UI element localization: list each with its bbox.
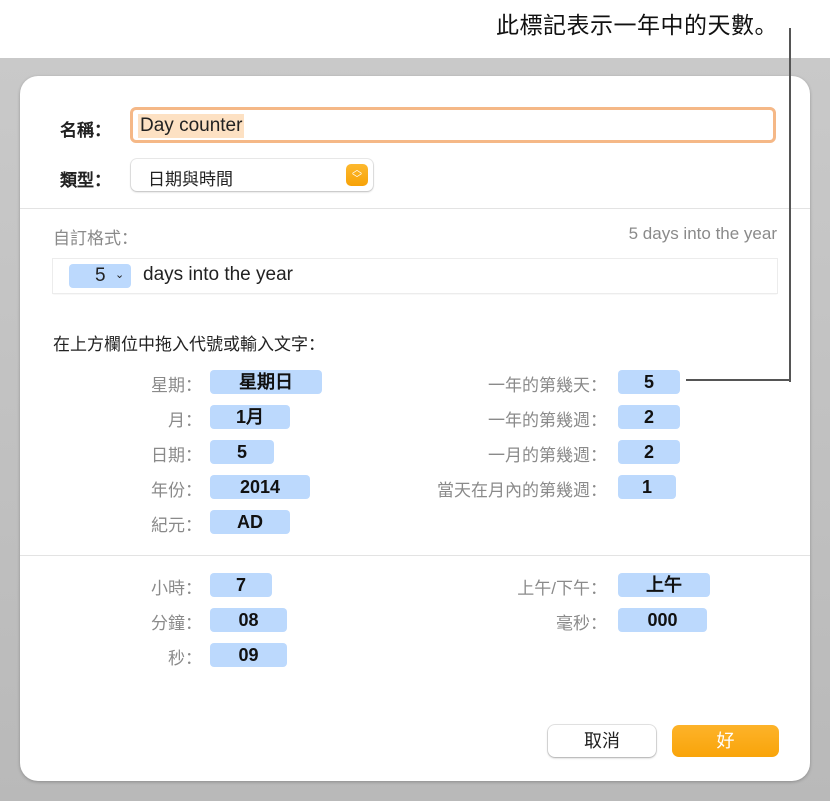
cancel-button[interactable]: 取消 bbox=[548, 725, 656, 757]
name-input[interactable]: Day counter bbox=[130, 107, 776, 143]
callout-text: 此標記表示一年中的天數。 bbox=[496, 12, 778, 38]
week-of-month-label: 一月的第幾週： bbox=[488, 446, 607, 465]
second-token[interactable]: 09 bbox=[210, 643, 287, 667]
name-label: 名稱： bbox=[60, 121, 111, 140]
name-value: Day counter bbox=[138, 114, 245, 138]
minute-token[interactable]: 08 bbox=[210, 608, 287, 632]
month-label: 月： bbox=[168, 411, 202, 430]
day-of-year-token[interactable]: 5 ⌄ bbox=[69, 264, 131, 288]
divider bbox=[20, 555, 810, 556]
callout-leader-line bbox=[686, 379, 791, 381]
custom-format-dialog: 名稱： Day counter 類型： 日期與時間 ︿ ﹀ 自訂格式： 5 day… bbox=[20, 76, 810, 781]
hour-token[interactable]: 7 bbox=[210, 573, 272, 597]
hour-label: 小時： bbox=[151, 579, 202, 598]
year-token[interactable]: 2014 bbox=[210, 475, 310, 499]
weekday-in-month-label: 當天在月內的第幾週： bbox=[437, 481, 607, 500]
token-value: 5 bbox=[95, 265, 106, 286]
format-field[interactable]: 5 ⌄ days into the year bbox=[53, 259, 777, 293]
day-of-year-chip[interactable]: 5 bbox=[618, 370, 680, 394]
format-suffix-text: days into the year bbox=[143, 264, 293, 285]
week-of-year-chip[interactable]: 2 bbox=[618, 405, 680, 429]
ok-button[interactable]: 好 bbox=[672, 725, 779, 757]
type-value: 日期與時間 bbox=[148, 170, 233, 189]
year-label: 年份： bbox=[151, 481, 202, 500]
stepper-icon: ︿ ﹀ bbox=[346, 164, 368, 186]
weekday-token[interactable]: 星期日 bbox=[210, 370, 322, 394]
week-of-year-label: 一年的第幾週： bbox=[488, 411, 607, 430]
era-token[interactable]: AD bbox=[210, 510, 290, 534]
am-pm-label: 上午/下午： bbox=[517, 579, 607, 598]
date-label: 日期： bbox=[151, 446, 202, 465]
chevron-down-icon: ⌄ bbox=[115, 269, 125, 281]
day-of-year-label: 一年的第幾天： bbox=[488, 376, 607, 395]
month-token[interactable]: 1月 bbox=[210, 405, 290, 429]
am-pm-token[interactable]: 上午 bbox=[618, 573, 710, 597]
week-of-month-chip[interactable]: 2 bbox=[618, 440, 680, 464]
divider bbox=[20, 208, 810, 209]
type-select[interactable]: 日期與時間 ︿ ﹀ bbox=[131, 159, 373, 191]
help-text: 在上方欄位中拖入代號或輸入文字： bbox=[53, 335, 325, 354]
millisecond-token[interactable]: 000 bbox=[618, 608, 707, 632]
millisecond-label: 毫秒： bbox=[556, 614, 607, 633]
custom-format-label: 自訂格式： bbox=[53, 229, 138, 248]
date-token[interactable]: 5 bbox=[210, 440, 274, 464]
second-label: 秒： bbox=[168, 649, 202, 668]
callout-leader-line bbox=[789, 28, 791, 382]
weekday-in-month-chip[interactable]: 1 bbox=[618, 475, 676, 499]
format-preview: 5 days into the year bbox=[628, 224, 777, 243]
type-label: 類型： bbox=[60, 171, 111, 190]
era-label: 紀元： bbox=[151, 516, 202, 535]
minute-label: 分鐘： bbox=[151, 614, 202, 633]
weekday-label: 星期： bbox=[151, 376, 202, 395]
